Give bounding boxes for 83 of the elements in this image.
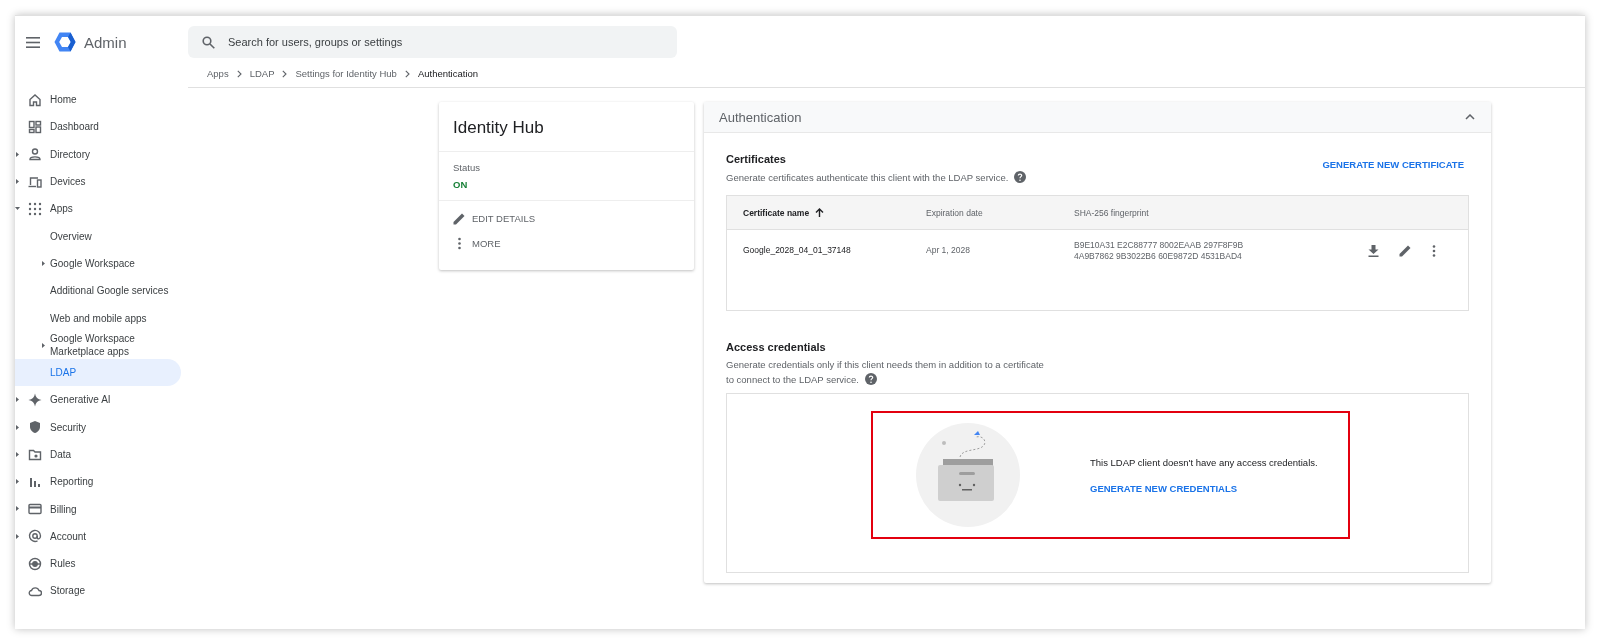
wheel-icon xyxy=(28,556,42,571)
hexagon-logo-icon xyxy=(54,32,76,52)
edit-details-button[interactable]: EDIT DETAILS xyxy=(447,209,541,228)
status-label: Status xyxy=(453,162,481,173)
caret-icon[interactable] xyxy=(15,506,20,512)
table-cell-text: B9E10A31 E2C88777 8002EAAB 297F8F9B 4A9B7862 9B3022B6 60E9872D 4531BAD4 xyxy=(1074,240,1245,262)
pencil-icon xyxy=(453,212,466,225)
help-icon[interactable] xyxy=(864,373,877,385)
section-description: Generate certificates authenticate this client with the LDAP service. xyxy=(726,171,1009,183)
breadcrumb-link[interactable]: Apps xyxy=(207,68,229,79)
caret-icon[interactable] xyxy=(41,260,46,266)
caret-icon[interactable] xyxy=(15,533,20,539)
at-icon xyxy=(28,529,42,544)
help-icon[interactable] xyxy=(1014,171,1027,183)
chevron-icon[interactable] xyxy=(1465,114,1475,120)
caret-icon[interactable] xyxy=(15,424,20,430)
empty-message: This LDAP client doesn't have any access credentials. xyxy=(1090,456,1318,468)
sidebar-item[interactable]: Overview xyxy=(15,222,188,250)
dashboard-icon xyxy=(28,119,42,134)
sidebar-item[interactable]: Generative AI xyxy=(15,386,188,414)
sidebar-item[interactable]: Additional Google services xyxy=(15,277,188,305)
breadcrumb-link[interactable]: LDAP xyxy=(249,68,275,79)
sidebar-item[interactable]: LDAP xyxy=(15,358,181,387)
search-field[interactable]: Search for users, groups or settings xyxy=(188,26,677,58)
app-title: Admin xyxy=(84,33,127,51)
sidebar-item[interactable]: Dashboard xyxy=(15,113,188,141)
folder-icon xyxy=(28,447,42,462)
table-cell-text: Google_2028_04_01_37148 xyxy=(742,244,852,256)
sidebar-item[interactable]: Rules xyxy=(15,550,188,578)
caret-icon[interactable] xyxy=(15,178,20,184)
client-name: Identity Hub xyxy=(439,102,694,152)
cloud-icon xyxy=(28,584,42,598)
sidebar-item[interactable]: Web and mobile apps xyxy=(15,304,188,332)
chevron-right-icon xyxy=(404,69,410,78)
devices-icon xyxy=(28,174,42,189)
caret-icon[interactable] xyxy=(15,151,20,157)
sidebar-item[interactable]: Home xyxy=(15,86,188,114)
menu-icon[interactable] xyxy=(26,36,40,48)
column-header[interactable]: Certificate name xyxy=(727,207,926,218)
download-icon[interactable] xyxy=(1368,244,1379,257)
chevron-right-icon xyxy=(236,69,242,78)
sidebar-item[interactable]: Devices xyxy=(15,167,188,196)
caret-icon[interactable] xyxy=(15,451,20,457)
more-icon[interactable] xyxy=(1432,244,1436,257)
pencil-icon[interactable] xyxy=(1399,244,1412,257)
sidebar-item[interactable]: Data xyxy=(15,440,188,469)
generate-certificate-button[interactable]: GENERATE NEW CERTIFICATE xyxy=(1322,159,1464,170)
more-button[interactable]: MORE xyxy=(447,234,507,253)
sidebar-item[interactable]: Reporting xyxy=(15,468,188,496)
section-description: Generate credentials only if this client needs them in addition to a certificate xyxy=(726,359,1044,370)
breadcrumb-link[interactable]: Settings for Identity Hub xyxy=(295,68,397,79)
sidebar-item[interactable]: Directory xyxy=(15,140,188,168)
apps-icon xyxy=(28,201,42,216)
sparkle-icon xyxy=(28,392,42,407)
table-cell-text: Apr 1, 2028 xyxy=(926,244,971,256)
caret-icon[interactable] xyxy=(15,206,20,212)
section-description: to connect to the LDAP service. xyxy=(726,373,859,385)
section-title: Access credentials xyxy=(726,341,827,353)
sidebar-item[interactable]: Billing xyxy=(15,495,188,523)
column-header: SHA-256 fingerprint xyxy=(1074,207,1150,218)
person-icon xyxy=(28,147,42,162)
chevron-right-icon xyxy=(282,69,288,78)
caret-icon[interactable] xyxy=(15,397,20,403)
sidebar-item[interactable]: Apps xyxy=(15,195,188,223)
sidebar-item[interactable]: Google Workspace Marketplace apps xyxy=(15,331,188,359)
generate-credentials-button[interactable]: GENERATE NEW CREDENTIALS xyxy=(1090,482,1238,494)
panel-header[interactable]: Authentication xyxy=(704,102,1491,133)
caret-icon[interactable] xyxy=(41,342,46,348)
shield-icon xyxy=(28,420,42,435)
sidebar-item[interactable]: Storage xyxy=(15,577,188,605)
breadcrumb-current: Authentication xyxy=(417,68,479,79)
sidebar-item[interactable]: Account xyxy=(15,522,188,551)
section-title: Certificates xyxy=(726,153,787,165)
caret-icon[interactable] xyxy=(15,479,20,485)
sidebar-item[interactable]: Google Workspace xyxy=(15,249,188,278)
home-icon xyxy=(28,92,42,107)
column-header: Expiration date xyxy=(926,207,984,218)
panel-title: Authentication xyxy=(719,109,802,125)
status-value: ON xyxy=(453,179,469,190)
search-icon xyxy=(202,36,215,49)
sort-up-arrow-icon[interactable] xyxy=(815,208,825,217)
card-icon xyxy=(28,502,42,517)
sidebar-item[interactable]: Security xyxy=(15,413,188,441)
